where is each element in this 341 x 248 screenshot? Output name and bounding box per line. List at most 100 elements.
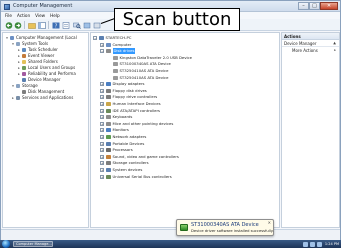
device-tree-item[interactable]: + Sound, video and game controllers — [100, 154, 179, 160]
device-tree-item[interactable]: + Monitors — [100, 127, 129, 133]
tree-toggle-icon[interactable]: ▸ — [17, 60, 21, 64]
taskbar-item-computer-management[interactable]: Computer Manage... — [13, 241, 53, 247]
close-button[interactable]: ✕ — [320, 2, 338, 10]
menu-file[interactable]: File — [5, 12, 12, 19]
uninstall-icon — [93, 22, 100, 28]
expand-collapse-icon[interactable]: + — [100, 154, 104, 159]
device-item-label: Processors — [112, 147, 133, 153]
tree-toggle-icon[interactable]: ▾ — [11, 42, 15, 46]
volume-icon[interactable] — [309, 241, 315, 247]
device-tree-item[interactable]: + Universal Serial Bus controllers — [100, 174, 172, 180]
usb-icon[interactable] — [316, 241, 322, 247]
device-tree-item[interactable]: + Keyboards — [100, 114, 132, 120]
tree-node-icon — [16, 96, 20, 100]
maximize-button[interactable]: □ — [309, 2, 320, 10]
help-button[interactable]: ? — [51, 21, 60, 29]
scan-hardware-icon — [72, 22, 81, 29]
device-tree-item[interactable]: + IDE ATA/ATAPI controllers — [100, 108, 160, 114]
balloon-close-icon[interactable]: ✕ — [268, 221, 271, 225]
tree-toggle-icon[interactable]: ▸ — [17, 48, 21, 52]
device-tree-item[interactable]: + Floppy drive controllers — [100, 94, 157, 100]
expand-collapse-icon[interactable]: + — [100, 102, 104, 106]
tree-toggle-icon[interactable]: ▸ — [11, 96, 15, 100]
computer-management-window: Computer Management – □ ✕ File Action Vi… — [0, 0, 341, 240]
tree-toggle-icon[interactable]: ▸ — [17, 72, 21, 76]
device-tree-item[interactable]: − Disk drives — [100, 48, 136, 55]
device-tree-item[interactable]: + Processors — [100, 147, 133, 153]
expand-collapse-icon[interactable]: + — [100, 148, 104, 153]
device-category-icon — [99, 36, 104, 40]
show-hide-tree-button[interactable] — [37, 21, 46, 29]
expand-collapse-icon[interactable]: + — [100, 168, 104, 172]
tree-node-icon — [22, 54, 26, 58]
tree-toggle-icon[interactable] — [17, 78, 21, 82]
tree-toggle-icon[interactable]: ▾ — [11, 84, 15, 88]
clock[interactable]: 1:24 PM — [325, 241, 339, 247]
device-tree-item[interactable]: Kingston DataTraveler 2.0 USB Device — [107, 55, 192, 61]
scan-button-callout: Scan button — [114, 8, 240, 31]
device-tree-item[interactable]: + Portable Devices — [100, 141, 144, 147]
expand-collapse-icon[interactable]: + — [100, 128, 104, 133]
up-folder-button[interactable] — [27, 21, 36, 29]
device-list-pane: − STARTECH-PC + Computer − Disk drives Kingsto… — [90, 32, 280, 228]
actions-section-device-manager[interactable]: Device Manager ▲ — [282, 40, 339, 47]
submenu-arrow-icon: ▸ — [334, 48, 336, 52]
device-tree-item[interactable]: + Network adapters — [100, 134, 146, 140]
device-category-icon — [106, 135, 111, 139]
expand-collapse-icon[interactable]: + — [100, 42, 104, 47]
device-item-label: Display adapters — [112, 81, 145, 87]
expand-collapse-icon[interactable]: + — [100, 82, 104, 87]
device-tree-item[interactable]: − STARTECH-PC — [93, 35, 131, 41]
expand-collapse-icon[interactable]: + — [100, 135, 104, 139]
device-category-icon — [106, 42, 111, 47]
device-tree-item[interactable]: ST3250410AS ATA Device — [107, 68, 168, 74]
more-actions-label: More Actions — [292, 48, 318, 53]
menu-action[interactable]: Action — [17, 12, 30, 19]
device-tree-item[interactable]: + System devices — [100, 167, 142, 173]
device-tree-item[interactable]: + Computer — [100, 42, 131, 48]
expand-collapse-icon[interactable]: + — [100, 95, 104, 100]
network-icon[interactable] — [302, 241, 308, 247]
device-item-label: Floppy drive controllers — [112, 94, 158, 100]
collapse-caret-icon[interactable]: ▲ — [333, 40, 336, 47]
taskbar: Computer Manage... 1:24 PM — [0, 240, 341, 248]
scan-hardware-button[interactable] — [72, 21, 81, 29]
menu-view[interactable]: View — [35, 12, 45, 19]
forward-button[interactable] — [13, 21, 22, 29]
console-tree: ▾ Computer Management (Local ▾ System Tools… — [2, 32, 89, 228]
tree-toggle-icon[interactable]: ▸ — [17, 66, 21, 70]
actions-section-label: Device Manager — [284, 41, 317, 46]
device-tree-item[interactable]: ST3250410AS ATA Device — [107, 75, 168, 81]
expand-collapse-icon[interactable]: + — [100, 108, 104, 113]
back-button[interactable] — [4, 21, 13, 29]
expand-collapse-icon[interactable]: + — [100, 174, 104, 179]
expand-collapse-icon[interactable]: − — [93, 36, 97, 40]
expand-collapse-icon[interactable]: + — [100, 88, 104, 93]
device-tree-item[interactable]: + Storage controllers — [100, 160, 149, 166]
menu-help[interactable]: Help — [50, 12, 60, 19]
tree-toggle-icon[interactable]: ▸ — [17, 54, 21, 58]
start-button[interactable] — [2, 240, 10, 248]
notification-balloon[interactable]: ST31000340AS ATA Device Device driver so… — [176, 219, 274, 236]
expand-collapse-icon[interactable]: + — [100, 161, 104, 166]
device-tree-item[interactable]: + Mice and other pointing devices — [100, 121, 173, 127]
minimize-button[interactable]: – — [298, 2, 309, 10]
expand-collapse-icon[interactable]: + — [100, 115, 104, 120]
device-item-label: Mice and other pointing devices — [112, 120, 174, 126]
tree-item[interactable]: ▸ Services and Applications — [11, 95, 73, 101]
device-tree-item[interactable]: ST31000340AS ATA Device — [107, 61, 171, 67]
tree-toggle-icon[interactable]: ▾ — [5, 36, 9, 40]
toolbar-extra-button[interactable] — [82, 21, 91, 29]
device-category-icon — [106, 108, 111, 113]
expand-collapse-icon[interactable]: + — [100, 141, 104, 146]
device-tree-item[interactable]: + Human Interface Devices — [100, 101, 161, 107]
expand-collapse-icon[interactable]: − — [100, 49, 104, 54]
device-category-icon — [106, 168, 111, 172]
more-actions-item[interactable]: More Actions ▸ — [282, 47, 339, 54]
device-item-label: Monitors — [112, 127, 129, 133]
device-tree-item[interactable]: + Display adapters — [100, 81, 145, 87]
expand-collapse-icon[interactable]: + — [100, 121, 104, 126]
tree-toggle-icon[interactable] — [17, 90, 21, 94]
device-tree-item[interactable]: + Floppy disk drives — [100, 88, 147, 94]
properties-button[interactable] — [61, 21, 70, 29]
